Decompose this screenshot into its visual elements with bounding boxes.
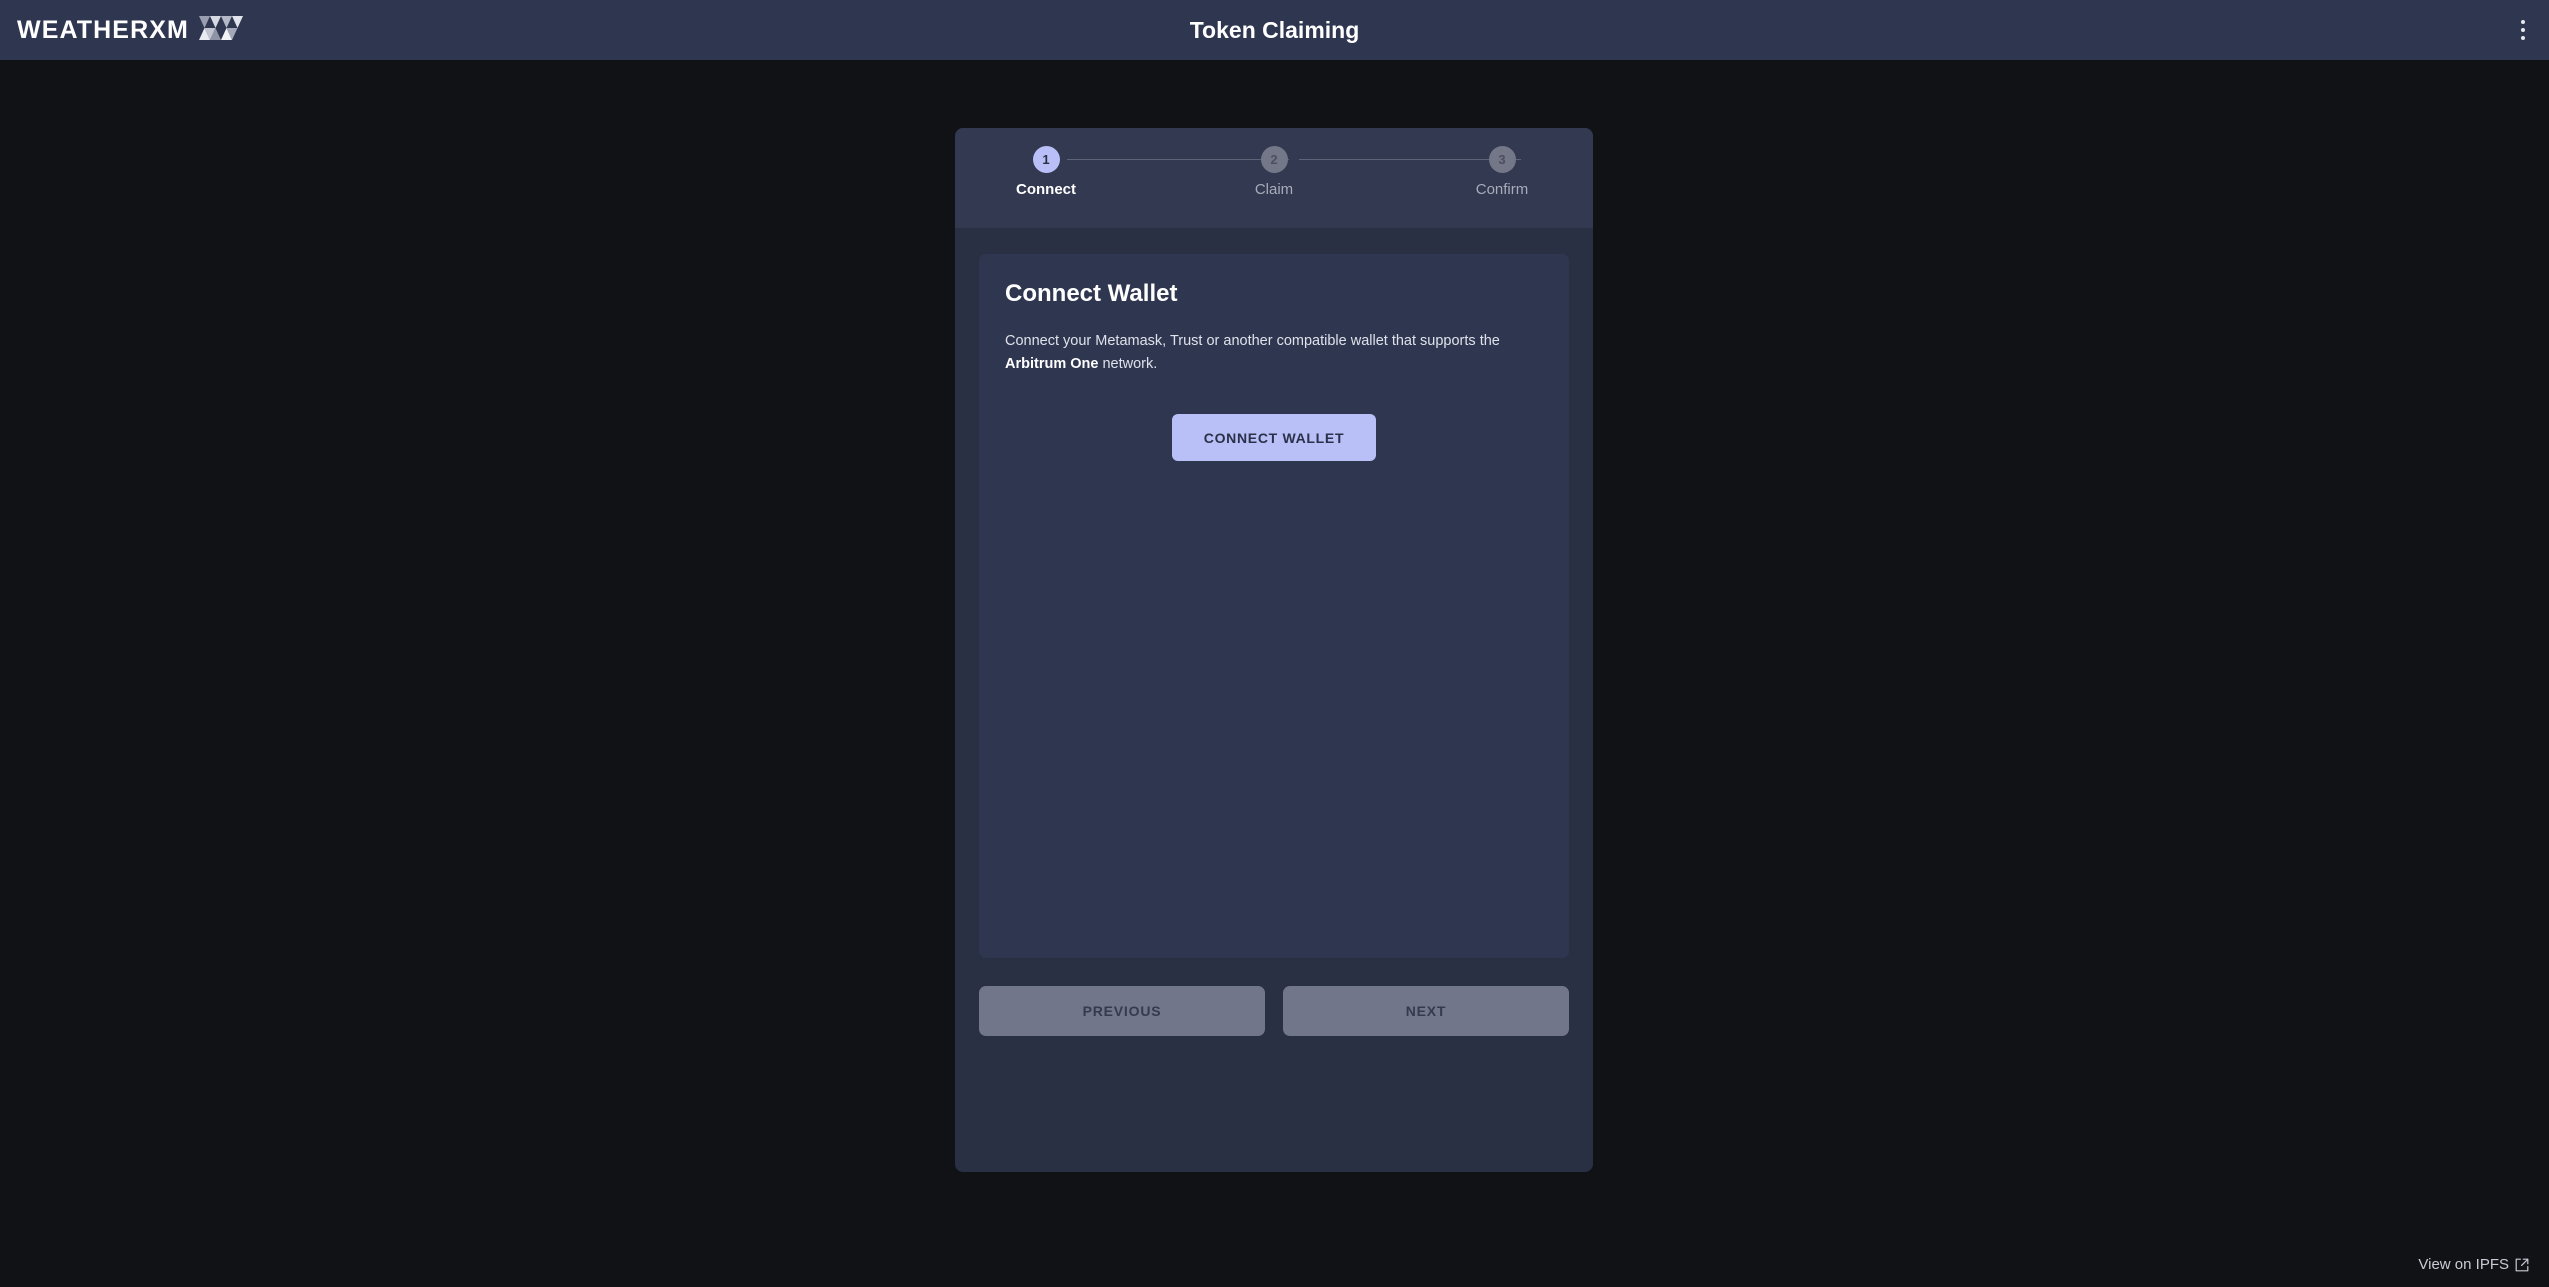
kebab-menu-icon[interactable] [2505,12,2541,48]
brand-logo: WEATHERXM [17,0,245,60]
brand-wordmark: WEATHERXM [17,15,189,44]
view-on-ipfs-label: View on IPFS [2418,1256,2509,1273]
step-confirm[interactable]: 3 Confirm [1459,146,1545,197]
view-on-ipfs-link[interactable]: View on IPFS [2418,1256,2529,1273]
kebab-dot [2521,36,2525,40]
step-number-badge: 3 [1488,146,1516,173]
claim-wizard: 1 Connect 2 Claim 3 Confirm Connect Wall… [955,128,1593,1172]
previous-button[interactable]: PREVIOUS [979,986,1265,1036]
card-description: Connect your Metamask, Trust or another … [1005,330,1515,377]
weatherxm-logo-icon [198,14,245,47]
next-button[interactable]: NEXT [1283,986,1569,1036]
step-connector [1299,159,1521,160]
step-label: Connect [1016,181,1076,198]
description-text-end: network. [1098,356,1158,373]
page-title: Token Claiming [1189,17,1360,43]
description-text-start: Connect your Metamask, Trust or another … [1005,333,1500,349]
external-link-icon [2515,1258,2529,1272]
network-name: Arbitrum One [1005,356,1099,373]
step-number-badge: 1 [1032,146,1060,173]
step-number-badge: 2 [1260,146,1288,173]
kebab-dot [2521,28,2525,32]
connect-wallet-card: Connect Wallet Connect your Metamask, Tr… [979,254,1569,958]
card-title: Connect Wallet [1005,280,1178,307]
step-label: Claim [1254,181,1294,198]
step-label: Confirm [1475,181,1529,198]
connect-wallet-button[interactable]: CONNECT WALLET [1172,414,1376,461]
step-connect[interactable]: 1 Connect [1003,146,1089,197]
kebab-dot [2521,20,2525,24]
wizard-stepper: 1 Connect 2 Claim 3 Confirm [955,128,1593,228]
wizard-navigation: PREVIOUS NEXT [979,986,1569,1036]
step-connector [1067,159,1289,160]
step-claim[interactable]: 2 Claim [1231,146,1317,197]
app-header: WEATHERXM Token Claiming [0,0,2549,60]
